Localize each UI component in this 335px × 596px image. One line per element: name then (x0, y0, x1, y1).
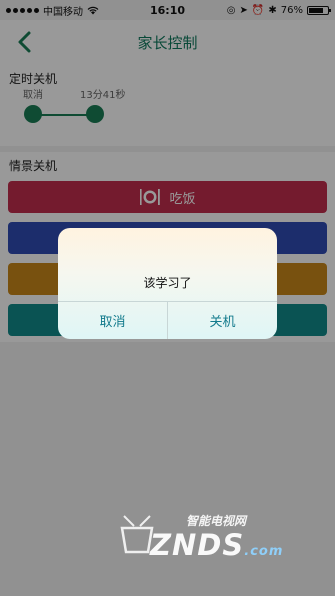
dialog-cancel-button[interactable]: 取消 (58, 302, 167, 339)
dialog-message: 该学习了 (143, 276, 192, 290)
dialog-shutdown-button[interactable]: 关机 (168, 302, 277, 339)
tv-logo-icon (120, 515, 154, 554)
watermark-suffix: .com (244, 544, 284, 559)
watermark-brand-line: ZNDS.com (150, 528, 283, 562)
watermark-chinese: 智能电视网 (186, 514, 247, 528)
watermark-brand: ZNDS (150, 528, 245, 562)
alert-dialog: 该学习了 取消 关机 (58, 228, 277, 339)
watermark-logo: 智能电视网 ZNDS.com (120, 498, 335, 568)
